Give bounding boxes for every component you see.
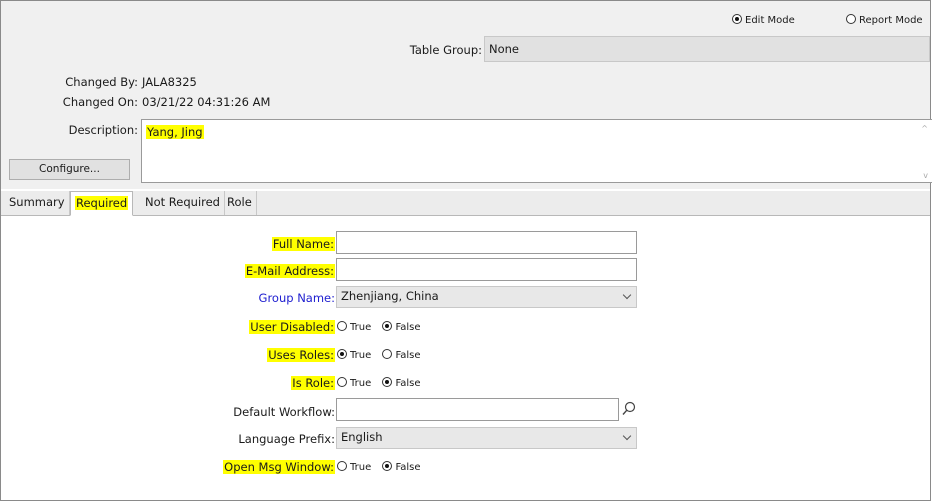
- is-role-radios: True False: [337, 377, 429, 389]
- radio-unselected-icon: [337, 377, 347, 387]
- language-prefix-value: English: [341, 430, 383, 444]
- language-prefix-label: Language Prefix:: [238, 432, 335, 446]
- changed-on-value: 03/21/22 04:31:26 AM: [142, 95, 271, 109]
- radio-selected-icon: [382, 377, 393, 387]
- radio-unselected-icon: [337, 321, 347, 331]
- group-name-select[interactable]: Zhenjiang, China: [336, 286, 637, 308]
- configure-button[interactable]: Configure...: [9, 159, 130, 180]
- description-textarea[interactable]: Yang, Jing ^ v: [141, 119, 932, 183]
- edit-mode-radio[interactable]: Edit Mode: [732, 12, 803, 26]
- language-prefix-select[interactable]: English: [336, 427, 637, 449]
- search-icon[interactable]: [622, 401, 636, 417]
- open-msg-window-true-radio[interactable]: True: [337, 461, 379, 473]
- table-group-label: Table Group:: [409, 43, 482, 57]
- chevron-down-icon: [622, 290, 632, 300]
- radio-unselected-icon: [382, 349, 393, 359]
- open-msg-window-false-radio[interactable]: False: [382, 461, 428, 473]
- radio-selected-icon: [382, 321, 393, 331]
- user-disabled-true-radio[interactable]: True: [337, 321, 379, 333]
- open-msg-window-radios: True False: [337, 461, 429, 473]
- description-label: Description:: [68, 123, 138, 137]
- changed-by-value: JALA8325: [142, 75, 197, 89]
- tab-bar: Summary Required Not Required Role: [1, 191, 930, 216]
- chevron-down-icon: [622, 431, 632, 441]
- tab-summary[interactable]: Summary: [5, 191, 70, 215]
- default-workflow-input[interactable]: [336, 398, 619, 421]
- uses-roles-false-radio[interactable]: False: [382, 349, 428, 361]
- full-name-input[interactable]: [336, 231, 637, 254]
- radio-selected-icon: [732, 14, 742, 24]
- tab-not-required[interactable]: Not Required: [141, 191, 225, 215]
- report-mode-radio[interactable]: Report Mode: [846, 12, 931, 26]
- tab-required-label: Required: [75, 196, 129, 210]
- radio-unselected-icon: [337, 461, 347, 471]
- user-disabled-label: User Disabled:: [249, 320, 335, 334]
- scroll-up-icon[interactable]: ^: [921, 124, 928, 133]
- description-text: Yang, Jing: [146, 125, 204, 139]
- uses-roles-true-radio[interactable]: True: [337, 349, 379, 361]
- user-disabled-radios: True False: [337, 321, 429, 333]
- default-workflow-label: Default Workflow:: [233, 405, 335, 419]
- user-disabled-false-radio[interactable]: False: [382, 321, 428, 333]
- group-name-label: Group Name:: [258, 291, 335, 305]
- radio-unselected-icon: [846, 14, 856, 24]
- uses-roles-label: Uses Roles:: [267, 348, 335, 362]
- radio-selected-icon: [337, 349, 347, 359]
- changed-by-label: Changed By:: [65, 75, 138, 89]
- group-name-value: Zhenjiang, China: [341, 289, 439, 303]
- is-role-true-radio[interactable]: True: [337, 377, 379, 389]
- open-msg-window-label: Open Msg Window:: [223, 460, 335, 474]
- edit-mode-label: Edit Mode: [745, 15, 795, 26]
- scroll-down-icon[interactable]: v: [923, 171, 928, 180]
- email-label: E-Mail Address:: [244, 264, 335, 278]
- report-mode-label: Report Mode: [859, 15, 923, 26]
- radio-selected-icon: [382, 461, 393, 471]
- is-role-false-radio[interactable]: False: [382, 377, 428, 389]
- is-role-label: Is Role:: [291, 376, 335, 390]
- tab-required[interactable]: Required: [70, 191, 134, 216]
- tab-role[interactable]: Role: [223, 191, 257, 215]
- changed-on-label: Changed On:: [62, 95, 138, 109]
- header-panel: Edit Mode Report Mode Table Group: None …: [1, 1, 932, 189]
- email-input[interactable]: [336, 258, 637, 281]
- table-group-select[interactable]: None: [484, 36, 930, 62]
- full-name-label: Full Name:: [271, 237, 335, 251]
- uses-roles-radios: True False: [337, 349, 429, 361]
